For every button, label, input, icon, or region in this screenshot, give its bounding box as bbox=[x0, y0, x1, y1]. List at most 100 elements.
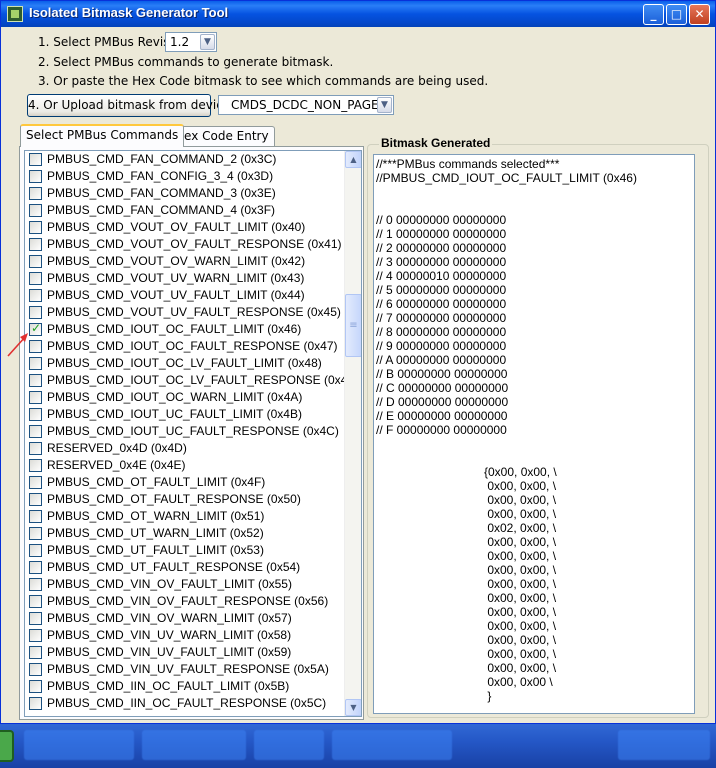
command-row[interactable]: PMBUS_CMD_VIN_OV_FAULT_RESPONSE (0x56) bbox=[25, 593, 345, 610]
command-checkbox[interactable] bbox=[29, 476, 42, 489]
command-row[interactable]: PMBUS_CMD_FAN_COMMAND_4 (0x3F) bbox=[25, 202, 345, 219]
command-row[interactable]: PMBUS_CMD_OT_FAULT_RESPONSE (0x50) bbox=[25, 491, 345, 508]
bitmask-line: 0x00, 0x00, \ bbox=[484, 549, 557, 563]
command-checkbox[interactable] bbox=[29, 629, 42, 642]
commands-scrollbar[interactable]: ▲ ≡ ▼ bbox=[344, 151, 361, 716]
command-checkbox[interactable] bbox=[29, 204, 42, 217]
step-1-label: 1. Select PMBus Revisi bbox=[38, 35, 173, 49]
command-row[interactable]: PMBUS_CMD_FAN_COMMAND_2 (0x3C) bbox=[25, 151, 345, 168]
command-checkbox[interactable] bbox=[29, 544, 42, 557]
scroll-up-icon[interactable]: ▲ bbox=[345, 151, 361, 168]
close-button[interactable]: ✕ bbox=[689, 4, 710, 25]
command-row[interactable]: PMBUS_CMD_IIN_OC_FAULT_LIMIT (0x5B) bbox=[25, 678, 345, 695]
taskbar-item-4[interactable] bbox=[332, 730, 452, 760]
revision-select[interactable]: 1.2 ▼ bbox=[165, 32, 217, 52]
command-row[interactable]: PMBUS_CMD_VOUT_OV_WARN_LIMIT (0x42) bbox=[25, 253, 345, 270]
command-checkbox[interactable] bbox=[29, 459, 42, 472]
command-checkbox[interactable] bbox=[29, 442, 42, 455]
command-row[interactable]: RESERVED_0x4E (0x4E) bbox=[25, 457, 345, 474]
command-row[interactable]: PMBUS_CMD_UT_WARN_LIMIT (0x52) bbox=[25, 525, 345, 542]
command-row[interactable]: PMBUS_CMD_VIN_OV_WARN_LIMIT (0x57) bbox=[25, 610, 345, 627]
command-row[interactable]: PMBUS_CMD_VIN_UV_FAULT_LIMIT (0x59) bbox=[25, 644, 345, 661]
command-checkbox[interactable] bbox=[29, 374, 42, 387]
command-set-select[interactable]: CMDS_DCDC_NON_PAGED ▼ bbox=[218, 95, 394, 115]
command-checkbox[interactable] bbox=[29, 595, 42, 608]
command-checkbox[interactable] bbox=[29, 221, 42, 234]
command-checkbox[interactable] bbox=[29, 153, 42, 166]
command-checkbox[interactable] bbox=[29, 527, 42, 540]
command-row[interactable]: RESERVED_0x4D (0x4D) bbox=[25, 440, 345, 457]
bitmask-line: 0x00, 0x00, \ bbox=[484, 619, 557, 633]
command-checkbox[interactable] bbox=[29, 425, 42, 438]
command-label: PMBUS_CMD_VOUT_OV_FAULT_RESPONSE (0x41) bbox=[47, 237, 342, 251]
command-checkbox[interactable] bbox=[29, 289, 42, 302]
command-checkbox[interactable] bbox=[29, 646, 42, 659]
command-row[interactable]: PMBUS_CMD_IOUT_UC_FAULT_RESPONSE (0x4C) bbox=[25, 423, 345, 440]
command-row[interactable]: PMBUS_CMD_FAN_COMMAND_3 (0x3E) bbox=[25, 185, 345, 202]
tab-select-commands[interactable]: Select PMBus Commands bbox=[20, 124, 185, 147]
command-set-value: CMDS_DCDC_NON_PAGED bbox=[231, 98, 388, 112]
command-row[interactable]: PMBUS_CMD_VIN_OV_FAULT_LIMIT (0x55) bbox=[25, 576, 345, 593]
command-row[interactable]: PMBUS_CMD_FAN_CONFIG_3_4 (0x3D) bbox=[25, 168, 345, 185]
command-row[interactable]: PMBUS_CMD_VOUT_OV_FAULT_LIMIT (0x40) bbox=[25, 219, 345, 236]
taskbar-item-3[interactable] bbox=[254, 730, 324, 760]
command-label: PMBUS_CMD_FAN_COMMAND_4 (0x3F) bbox=[47, 203, 276, 217]
command-checkbox[interactable] bbox=[29, 510, 42, 523]
command-row[interactable]: PMBUS_CMD_IOUT_OC_WARN_LIMIT (0x4A) bbox=[25, 389, 345, 406]
command-row[interactable]: PMBUS_CMD_IOUT_OC_LV_FAULT_RESPONSE (0x4… bbox=[25, 372, 358, 389]
chevron-down-icon[interactable]: ▼ bbox=[200, 34, 215, 50]
command-row[interactable]: PMBUS_CMD_IIN_OC_FAULT_RESPONSE (0x5C) bbox=[25, 695, 345, 712]
chevron-down-icon[interactable]: ▼ bbox=[377, 97, 392, 113]
command-row[interactable]: PMBUS_CMD_IOUT_OC_FAULT_RESPONSE (0x47) bbox=[25, 338, 345, 355]
command-row[interactable]: PMBUS_CMD_VIN_UV_FAULT_RESPONSE (0x5A) bbox=[25, 661, 345, 678]
command-label: PMBUS_CMD_FAN_COMMAND_2 (0x3C) bbox=[47, 152, 277, 166]
command-row[interactable]: PMBUS_CMD_IOUT_OC_LV_FAULT_LIMIT (0x48) bbox=[25, 355, 345, 372]
command-checkbox[interactable] bbox=[29, 663, 42, 676]
bitmask-line: // E 00000000 00000000 bbox=[376, 409, 508, 423]
command-row[interactable]: PMBUS_CMD_VOUT_UV_WARN_LIMIT (0x43) bbox=[25, 270, 345, 287]
bitmask-line: // A 00000000 00000000 bbox=[376, 353, 507, 367]
tab-hex-code-entry[interactable]: Hex Code Entry bbox=[169, 126, 275, 147]
command-checkbox[interactable] bbox=[29, 255, 42, 268]
command-checkbox[interactable] bbox=[29, 697, 42, 710]
command-row[interactable]: PMBUS_CMD_VOUT_OV_FAULT_RESPONSE (0x41) bbox=[25, 236, 345, 253]
command-row[interactable]: PMBUS_CMD_VOUT_UV_FAULT_RESPONSE (0x45) bbox=[25, 304, 345, 321]
upload-bitmask-button[interactable]: 4. Or Upload bitmask from device bbox=[27, 94, 230, 117]
command-checkbox[interactable] bbox=[29, 578, 42, 591]
taskbar-item-2[interactable] bbox=[142, 730, 246, 760]
command-row[interactable]: PMBUS_CMD_VIN_UV_WARN_LIMIT (0x58) bbox=[25, 627, 345, 644]
command-checkbox[interactable] bbox=[29, 306, 42, 319]
start-button[interactable] bbox=[0, 730, 14, 762]
minimize-button[interactable]: _ bbox=[643, 4, 664, 25]
command-checkbox[interactable] bbox=[29, 391, 42, 404]
command-checkbox[interactable] bbox=[29, 187, 42, 200]
bitmask-line: 0x00, 0x00, \ bbox=[484, 535, 557, 549]
command-row[interactable]: PMBUS_CMD_IOUT_UC_FAULT_LIMIT (0x4B) bbox=[25, 406, 345, 423]
command-label: PMBUS_CMD_VOUT_UV_FAULT_RESPONSE (0x45) bbox=[47, 305, 341, 319]
taskbar-item-1[interactable] bbox=[24, 730, 134, 760]
command-row[interactable]: PMBUS_CMD_OT_FAULT_LIMIT (0x4F) bbox=[25, 474, 345, 491]
command-row[interactable]: PMBUS_CMD_IOUT_OC_FAULT_LIMIT (0x46) bbox=[25, 321, 345, 338]
command-checkbox[interactable] bbox=[29, 493, 42, 506]
command-label: RESERVED_0x4E (0x4E) bbox=[47, 458, 186, 472]
command-checkbox[interactable] bbox=[29, 170, 42, 183]
command-checkbox[interactable] bbox=[29, 408, 42, 421]
command-checkbox[interactable] bbox=[29, 680, 42, 693]
command-row[interactable]: PMBUS_CMD_UT_FAULT_RESPONSE (0x54) bbox=[25, 559, 345, 576]
maximize-button[interactable]: □ bbox=[666, 4, 687, 25]
command-checkbox[interactable] bbox=[29, 238, 42, 251]
title-bar[interactable]: Isolated Bitmask Generator Tool _ □ ✕ bbox=[1, 1, 715, 27]
command-checkbox[interactable] bbox=[29, 561, 42, 574]
command-checkbox[interactable] bbox=[29, 272, 42, 285]
bitmask-output[interactable]: //***PMBus commands selected***//PMBUS_C… bbox=[373, 154, 695, 714]
taskbar-item-5[interactable] bbox=[618, 730, 710, 760]
command-row[interactable]: PMBUS_CMD_VOUT_UV_FAULT_LIMIT (0x44) bbox=[25, 287, 345, 304]
commands-list[interactable]: PMBUS_CMD_IIN_OC_FAULT_RESPONSE (0x5C) PM… bbox=[24, 150, 362, 717]
command-row[interactable]: PMBUS_CMD_OT_WARN_LIMIT (0x51) bbox=[25, 508, 345, 525]
taskbar bbox=[0, 724, 716, 768]
scroll-down-icon[interactable]: ▼ bbox=[345, 699, 361, 716]
command-row[interactable]: PMBUS_CMD_UT_FAULT_LIMIT (0x53) bbox=[25, 542, 345, 559]
command-label: PMBUS_CMD_IOUT_UC_FAULT_RESPONSE (0x4C) bbox=[47, 424, 339, 438]
scroll-thumb[interactable]: ≡ bbox=[345, 294, 361, 357]
command-checkbox[interactable] bbox=[29, 612, 42, 625]
